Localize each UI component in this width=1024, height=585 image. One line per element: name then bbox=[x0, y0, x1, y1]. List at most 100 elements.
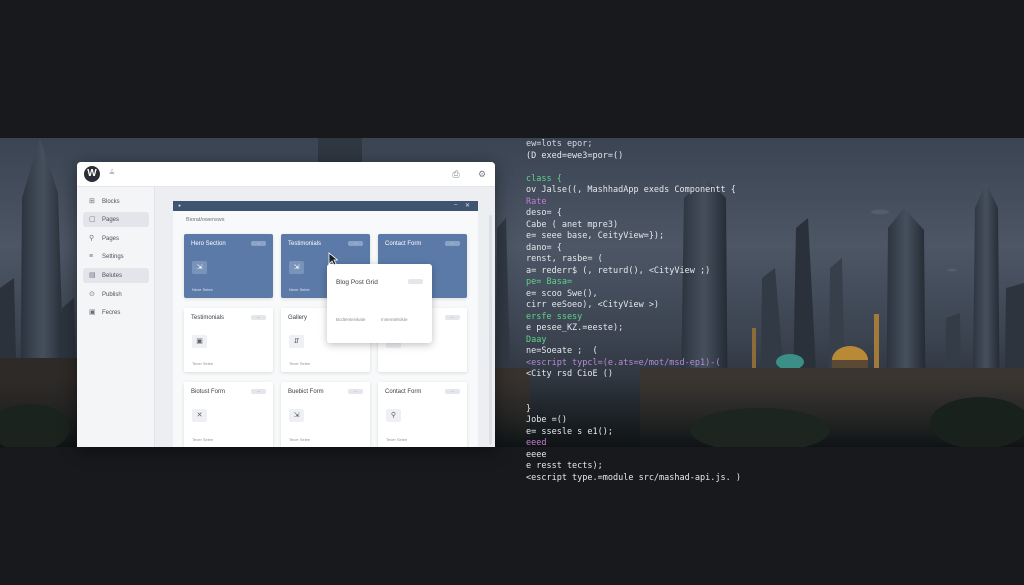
tile-badge: — bbox=[251, 241, 266, 246]
code-line: Daay bbox=[526, 334, 547, 345]
tile-title: Contact Form bbox=[385, 241, 422, 247]
panel-subtitle: Biorat/owensws bbox=[186, 217, 225, 223]
sidebar-item-publish[interactable]: ⊙ Publish bbox=[83, 287, 149, 302]
expand-icon: ⇲ bbox=[192, 261, 207, 274]
tile-title: Testimonials bbox=[191, 315, 225, 321]
tile-badge: — bbox=[251, 389, 266, 394]
sidebar-item-settings[interactable]: ≡ Settings bbox=[83, 249, 149, 264]
code-line: a= rederr$ (, returd(), <CityView ;) bbox=[526, 265, 711, 276]
tile-badge: — bbox=[348, 241, 363, 246]
code-line: Jobe =() bbox=[526, 415, 567, 425]
tile-badge: — bbox=[445, 241, 460, 246]
save-icon[interactable]: ⎙ bbox=[450, 168, 462, 180]
mouse-pointer-icon bbox=[328, 252, 338, 266]
sidebar-item-label: Publish bbox=[102, 292, 122, 298]
tile-biotust-form[interactable]: Biotust Form — ✕ Tecer Seiee bbox=[184, 382, 273, 447]
code-editor-overlay: ew=lots epor; (D exed=ewe3=por=() class {o… bbox=[526, 138, 1024, 483]
tile-buebict-form[interactable]: Buebict Form — ⇲ Tecer Seiee bbox=[281, 382, 370, 447]
tile-footer: Nexe Seiee bbox=[192, 287, 213, 292]
code-line: dano= { bbox=[526, 242, 562, 253]
tile-title: Gallery bbox=[288, 315, 308, 321]
code-line: Rate bbox=[526, 196, 547, 207]
tile-title: Contact Form bbox=[385, 389, 422, 395]
sidebar-item-pages[interactable]: ▢ Pages bbox=[83, 212, 149, 227]
code-line: (D exed=ewe3=por=() bbox=[526, 150, 624, 161]
sidebar-item-label: Pages bbox=[102, 217, 120, 223]
tile-footer: Tecer Seiee bbox=[386, 437, 408, 442]
tile-badge: — bbox=[251, 315, 266, 320]
user-icon: ⚲ bbox=[89, 235, 95, 242]
code-line: <City rsd CioE () bbox=[526, 369, 613, 379]
settings-gear-icon[interactable]: ⚙ bbox=[476, 168, 488, 180]
shuffle-icon: ✕ bbox=[192, 409, 207, 422]
publish-icon: ⊙ bbox=[89, 291, 95, 298]
wordpress-editor-window: W ≟ ⎙ ⚙ ⊞ Blocks ▢ Pages ⚲ Pages ≡ Settings … bbox=[77, 162, 495, 447]
tile-footer: Tecer Seiee bbox=[192, 361, 214, 366]
sidebar-item-fecres[interactable]: ▣ Fecres bbox=[83, 305, 149, 320]
drag-preview-blog-post-grid[interactable]: Blog Post Grid Bcdtenteivkate Irvtemtels… bbox=[327, 264, 432, 343]
sidebar-item-label: Settings bbox=[102, 254, 124, 260]
image-icon: ▣ bbox=[192, 335, 207, 348]
tile-hero-section[interactable]: Hero Section — ⇲ Nexe Seiee bbox=[184, 234, 273, 298]
tile-title: Buebict Form bbox=[288, 389, 324, 395]
tile-footer: Tecer Seiee bbox=[289, 437, 311, 442]
popover-title: Blog Post Grid bbox=[336, 279, 378, 286]
expand-icon: ⇲ bbox=[289, 409, 304, 422]
code-line: <escript type.=module src/mashad-api.js.… bbox=[526, 472, 741, 483]
block-patterns-panel: ● – ✕ Biorat/owensws Hero Section — ⇲ Ne… bbox=[173, 201, 478, 447]
sidebar-item-blocks[interactable]: ⊞ Blocks bbox=[83, 194, 149, 209]
panel-title-bar: ● – ✕ bbox=[173, 201, 478, 211]
popover-text-a: Bcdtenteivkate bbox=[336, 317, 366, 322]
tile-title: Testimonials bbox=[288, 241, 322, 247]
tile-badge: — bbox=[348, 389, 363, 394]
code-line: e resst tects); bbox=[526, 461, 603, 471]
expand-icon: ⇲ bbox=[289, 261, 304, 274]
editor-top-bar: W ≟ ⎙ ⚙ bbox=[77, 162, 495, 187]
code-line: eeee bbox=[526, 449, 547, 460]
settings-icon: ≡ bbox=[89, 253, 94, 260]
sidebar-item-label: Pages bbox=[102, 236, 120, 242]
sidebar-item-belutes[interactable]: ▤ Belutes bbox=[83, 268, 149, 283]
blocks-icon: ⊞ bbox=[89, 198, 95, 205]
tile-title: Biotust Form bbox=[191, 389, 226, 395]
sidebar-item-pages-2[interactable]: ⚲ Pages bbox=[83, 231, 149, 246]
wordpress-logo-icon[interactable]: W bbox=[84, 166, 100, 182]
minimize-icon[interactable]: – bbox=[454, 202, 457, 208]
tile-footer: Nexe Seiee bbox=[289, 287, 310, 292]
search-icon: ⚲ bbox=[386, 409, 401, 422]
code-line: pe= Basa= bbox=[526, 277, 573, 287]
code-line: e= ssesle s e1(); bbox=[526, 426, 613, 437]
top-bar-text: ≟ bbox=[109, 170, 115, 177]
letterbox-top bbox=[0, 0, 1024, 138]
layout-icon: ▤ bbox=[89, 272, 96, 279]
code-line: deso= { bbox=[526, 208, 562, 218]
sidebar-item-label: Fecres bbox=[102, 310, 121, 316]
tile-contact-form-2[interactable]: Contact Form — ⚲ Tecer Seiee bbox=[378, 382, 467, 447]
page-icon: ▢ bbox=[89, 216, 96, 223]
code-line: e= seee base, CeityView=}); bbox=[526, 231, 665, 241]
tile-badge: — bbox=[445, 389, 460, 394]
panel-dot-icon: ● bbox=[178, 203, 182, 209]
code-line: renst, rasbe= ( bbox=[526, 254, 603, 264]
close-icon[interactable]: ✕ bbox=[465, 202, 470, 209]
code-line: ersfe ssesy bbox=[526, 311, 583, 322]
code-line: <escript typcl=(e.ats=e/mot/msd-ep1)-( bbox=[526, 357, 721, 368]
code-line: cirr eeSoeo), <CityView >) bbox=[526, 300, 660, 310]
code-line: e= scoo Swe(), bbox=[526, 288, 598, 299]
main-scrollbar[interactable] bbox=[489, 215, 492, 445]
code-line: class { bbox=[526, 173, 562, 184]
tile-badge: — bbox=[445, 315, 460, 320]
code-line: ew=lots epor; bbox=[526, 139, 593, 149]
code-line: eeed bbox=[526, 438, 547, 448]
tile-footer: Tecer Seiee bbox=[192, 437, 214, 442]
sidebar-item-label: Belutes bbox=[102, 273, 123, 279]
code-line: } bbox=[526, 403, 532, 414]
tile-testimonials-2[interactable]: Testimonials — ▣ Tecer Seiee bbox=[184, 308, 273, 372]
code-line: ov Jalse((, MashhadApp exeds Componentt … bbox=[526, 185, 736, 195]
sort-icon: ⇵ bbox=[289, 335, 304, 348]
tile-footer: Tecer Seiee bbox=[289, 361, 311, 366]
tile-title: Hero Section bbox=[191, 241, 226, 247]
